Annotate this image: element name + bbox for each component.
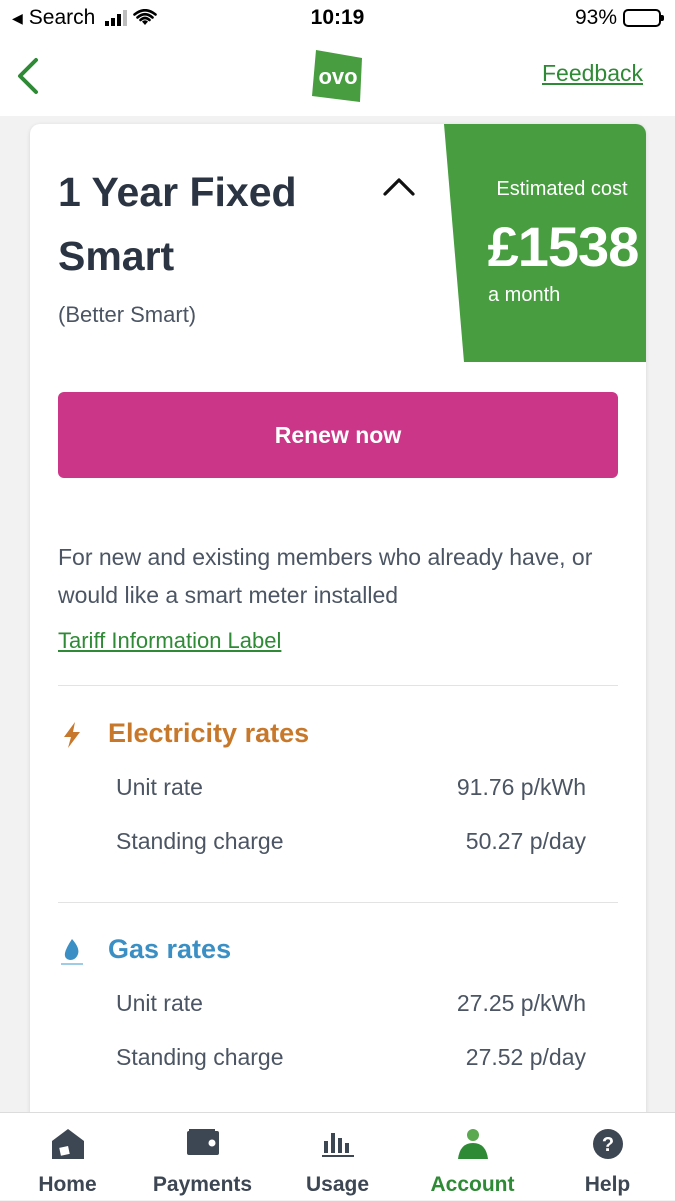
tariff-card: 1 Year Fixed Smart (Better Smart) Estima… <box>30 124 646 1124</box>
plan-title: 1 Year Fixed Smart <box>58 169 297 279</box>
ovo-logo-icon: ovo <box>312 50 362 102</box>
lightning-icon <box>64 722 80 748</box>
plan-description: For new and existing members who already… <box>58 544 593 608</box>
bottom-tab-bar: Home Payments Usage Account ? Help <box>0 1112 675 1200</box>
tab-usage-label: Usage <box>305 1173 370 1196</box>
plan-subtitle: (Better Smart) <box>58 302 197 327</box>
gas-standing-charge-label: Standing charge <box>116 1044 284 1070</box>
cost-unit: a month <box>488 284 561 306</box>
gas-flame-icon <box>61 939 83 965</box>
tab-help[interactable]: ? Help <box>540 1113 675 1201</box>
tab-account-label: Account <box>430 1173 515 1196</box>
battery-icon <box>623 9 664 27</box>
nav-bar: ovo Feedback <box>0 38 675 116</box>
electricity-unit-rate-label: Unit rate <box>116 774 203 800</box>
battery-percent: 93% <box>574 6 617 29</box>
divider <box>58 902 618 903</box>
gas-standing-charge-value: 27.52 p/day <box>465 1044 586 1070</box>
tab-home[interactable]: Home <box>0 1113 135 1201</box>
tariff-information-link[interactable]: Tariff Information Label <box>58 628 281 654</box>
tab-home-label: Home <box>38 1173 97 1196</box>
bar-chart-icon <box>321 1133 354 1157</box>
gas-unit-rate-value: 27.25 p/kWh <box>456 990 586 1016</box>
tab-usage[interactable]: Usage <box>270 1113 405 1201</box>
electricity-standing-charge-value: 50.27 p/day <box>465 828 586 854</box>
gas-rates-title: Gas rates <box>108 934 232 964</box>
tab-help-label: Help <box>584 1173 631 1196</box>
gas-unit-rate-label: Unit rate <box>116 990 203 1016</box>
wallet-icon <box>186 1129 219 1155</box>
status-bar: ◀ Search 10:19 93% <box>0 0 675 38</box>
cost-value: £1538 <box>487 215 640 278</box>
logo-text: ovo <box>318 64 357 89</box>
estimated-cost-panel: Estimated cost £1538 a month <box>444 124 646 362</box>
cost-label: Estimated cost <box>496 178 628 200</box>
clock: 10:19 <box>310 6 365 29</box>
tab-payments-label: Payments <box>152 1173 253 1196</box>
renew-now-button[interactable]: Renew now <box>58 392 618 478</box>
electricity-unit-rate-value: 91.76 p/kWh <box>456 774 586 800</box>
battery-status: 93% <box>574 6 664 30</box>
chevron-up-icon[interactable] <box>382 174 416 198</box>
electricity-rates-title: Electricity rates <box>108 718 310 748</box>
tab-account[interactable]: Account <box>405 1113 540 1201</box>
tab-payments[interactable]: Payments <box>135 1113 270 1201</box>
electricity-standing-charge-label: Standing charge <box>116 828 284 854</box>
user-icon <box>457 1129 488 1159</box>
home-icon <box>51 1129 84 1159</box>
svg-text:?: ? <box>601 1134 613 1156</box>
help-icon: ? <box>592 1129 623 1159</box>
back-chevron-icon[interactable] <box>12 54 44 98</box>
feedback-link[interactable]: Feedback <box>542 60 643 87</box>
divider <box>58 685 618 686</box>
